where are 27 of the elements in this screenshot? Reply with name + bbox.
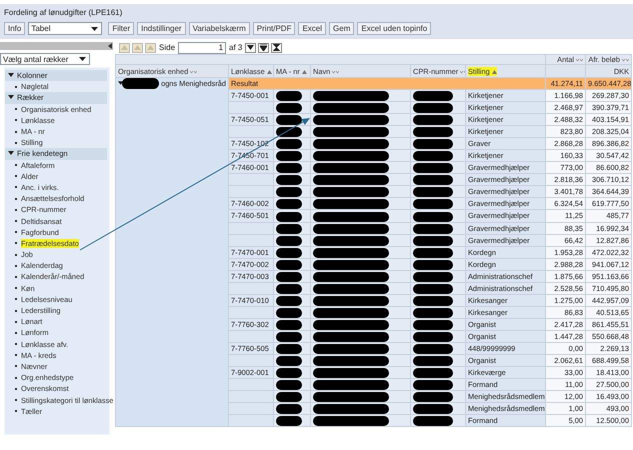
- sort-menu-icon[interactable]: [622, 58, 630, 62]
- page-last-button[interactable]: [271, 42, 282, 52]
- caret-icon: [79, 57, 86, 61]
- toolbar-button[interactable]: Indstillinger: [137, 22, 186, 35]
- toolbar-button[interactable]: Excel: [298, 22, 326, 35]
- caret-icon: [91, 26, 98, 30]
- sort-ascending-icon[interactable]: [492, 70, 497, 74]
- toolbar-button[interactable]: Filter: [108, 22, 134, 35]
- sort-ascending-icon[interactable]: [266, 70, 272, 74]
- page-next-button[interactable]: [258, 42, 270, 52]
- page-field[interactable]: 1: [178, 42, 226, 54]
- sort-menu-icon[interactable]: [576, 58, 584, 62]
- sort-menu-icon[interactable]: [190, 70, 198, 74]
- report-title: Fordeling af lønudgifter (LPE161): [4, 8, 124, 17]
- info-button[interactable]: Info: [4, 22, 26, 35]
- sort-menu-icon[interactable]: [332, 70, 340, 74]
- toolbar-button[interactable]: Excel uden topinfo: [357, 22, 432, 35]
- toolbar-button[interactable]: Print/PDF: [252, 22, 296, 35]
- page-label: Side: [158, 43, 176, 52]
- toolbar-button[interactable]: Gem: [329, 22, 354, 35]
- sort-menu-icon[interactable]: [460, 70, 464, 74]
- toolbar-button[interactable]: Variabelskærm: [188, 22, 250, 35]
- page-next-button[interactable]: [245, 42, 256, 52]
- rows-select[interactable]: Vælg antal rækker: [0, 53, 90, 65]
- sort-ascending-icon[interactable]: [302, 70, 307, 74]
- page-count: af 3: [228, 43, 244, 52]
- view-select[interactable]: Tabel: [28, 22, 102, 35]
